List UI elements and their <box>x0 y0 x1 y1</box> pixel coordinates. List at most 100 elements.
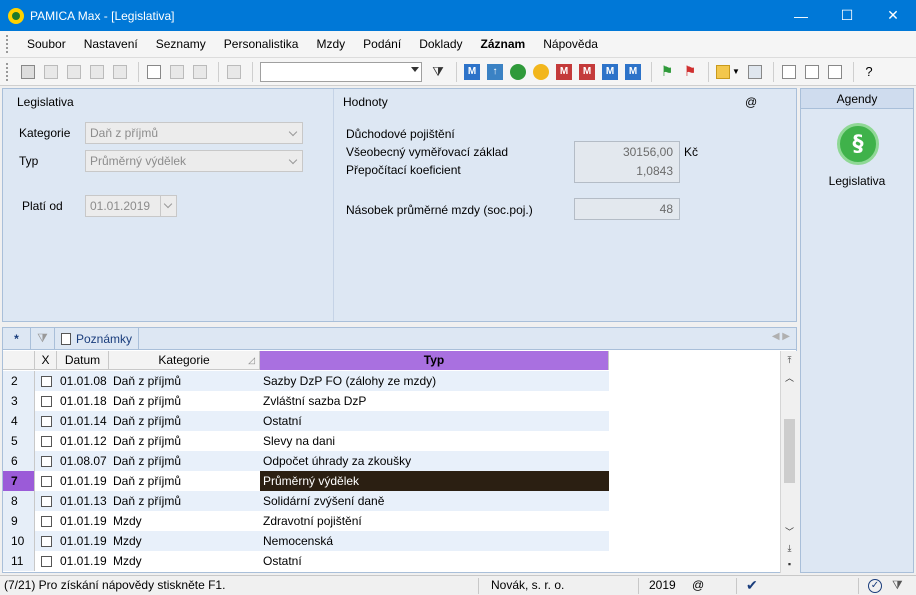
table-row[interactable]: 5 01.01.12 Daň z příjmů Slevy na dani <box>3 431 609 451</box>
legislativa-agenda-icon[interactable]: § <box>837 123 879 165</box>
header-datum[interactable]: Datum <box>57 351 109 370</box>
legislativa-agenda-label[interactable]: Legislativa <box>801 174 913 188</box>
header-typ[interactable]: Typ <box>260 351 609 370</box>
tabs-scroll-arrows[interactable]: ◀ ▶ <box>772 331 790 342</box>
calculator-icon[interactable] <box>745 62 765 82</box>
menu-doklady[interactable]: Doklady <box>410 31 471 58</box>
tab-notes[interactable]: Poznámky <box>55 327 140 350</box>
duplicate-icon[interactable] <box>224 62 244 82</box>
print-icon[interactable] <box>64 62 84 82</box>
new-record-icon[interactable] <box>144 62 164 82</box>
person-green-icon[interactable] <box>508 62 528 82</box>
person-up-icon[interactable]: ↑ <box>485 62 505 82</box>
save-icon[interactable] <box>167 62 187 82</box>
table-row[interactable]: 10 01.01.19 Mzdy Nemocenská <box>3 531 609 551</box>
status-filter-icon[interactable]: ⧩ <box>892 576 903 595</box>
grid-scrollbar[interactable]: ⤒ ︿ ﹀ ⤓ ▪ <box>780 351 797 573</box>
menu-napoveda[interactable]: Nápověda <box>534 31 607 58</box>
chevron-down-icon <box>288 127 298 137</box>
hodnoty-section-title: Hodnoty <box>343 95 388 109</box>
table-row[interactable]: 4 01.01.14 Daň z příjmů Ostatní <box>3 411 609 431</box>
pin-icon[interactable] <box>18 62 38 82</box>
person-yellow-icon[interactable] <box>531 62 551 82</box>
nasobek-label: Násobek průměrné mzdy (soc.poj.) <box>346 203 533 217</box>
window-title: PAMICA Max - [Legislativa] <box>30 8 175 23</box>
table-row[interactable]: 2 01.01.08 Daň z příjmů Sazby DzP FO (zá… <box>3 371 609 391</box>
chevron-down-icon[interactable] <box>411 66 419 72</box>
status-ok-icon[interactable]: ✓ <box>868 579 882 593</box>
row-checkbox[interactable] <box>40 395 52 407</box>
table-row[interactable]: 6 01.08.07 Daň z příjmů Odpočet úhrady z… <box>3 451 609 471</box>
folder-icon[interactable]: ▼ <box>714 62 742 82</box>
report-icon[interactable] <box>825 62 845 82</box>
status-company: Novák, s. r. o. <box>491 578 565 592</box>
scroll-up-icon[interactable]: ︿ <box>782 371 797 385</box>
filter-icon[interactable]: ⧩ <box>428 62 448 82</box>
menu-seznamy[interactable]: Seznamy <box>147 31 215 58</box>
quick-search-combo[interactable] <box>260 61 422 82</box>
module-m-red-icon[interactable]: M <box>554 62 574 82</box>
module-m-icon[interactable]: M <box>462 62 482 82</box>
menu-nastaveni[interactable]: Nastavení <box>75 31 147 58</box>
minimize-button[interactable]: — <box>778 0 824 31</box>
scroll-end-icon[interactable]: ▪ <box>782 557 797 571</box>
scroll-down-icon[interactable]: ﹀ <box>782 525 797 539</box>
flag-green-icon[interactable]: ⚑ <box>657 62 677 82</box>
menubar-grip <box>6 35 10 53</box>
row-checkbox[interactable] <box>40 455 52 467</box>
status-help-text: (7/21) Pro získání nápovědy stiskněte F1… <box>4 578 226 592</box>
row-checkbox[interactable] <box>40 435 52 447</box>
export-icon[interactable] <box>110 62 130 82</box>
calendar-dropdown-button[interactable] <box>160 196 176 216</box>
maximize-button[interactable]: ☐ <box>824 0 870 31</box>
module-m-mixed-icon[interactable]: M <box>623 62 643 82</box>
currency-label: Kč <box>684 145 699 159</box>
koeficient-value: 1,0843 <box>636 164 673 178</box>
list-icon[interactable] <box>802 62 822 82</box>
nasobek-value: 48 <box>574 198 680 220</box>
menu-zaznam[interactable]: Záznam <box>472 31 535 58</box>
filter-tab-icon[interactable]: ⧩ <box>31 327 55 350</box>
scroll-thumb[interactable] <box>784 419 795 483</box>
menu-podani[interactable]: Podání <box>354 31 410 58</box>
menu-personalistika[interactable]: Personalistika <box>215 31 308 58</box>
table-row[interactable]: 9 01.01.19 Mzdy Zdravotní pojištění <box>3 511 609 531</box>
menu-mzdy[interactable]: Mzdy <box>307 31 354 58</box>
row-checkbox[interactable] <box>40 375 52 387</box>
row-checkbox[interactable] <box>40 475 52 487</box>
plati-od-date[interactable]: 01.01.2019 <box>85 195 177 217</box>
header-x[interactable]: X <box>35 351 57 370</box>
row-checkbox[interactable] <box>40 495 52 507</box>
kategorie-combo[interactable]: Daň z příjmů <box>85 122 303 144</box>
save-close-icon[interactable] <box>190 62 210 82</box>
print-preview-icon[interactable] <box>87 62 107 82</box>
row-checkbox[interactable] <box>40 555 52 567</box>
at-icon[interactable]: @ <box>745 95 757 109</box>
tab-all-records[interactable]: * <box>3 327 31 350</box>
message-icon[interactable] <box>779 62 799 82</box>
module-m-blue-icon[interactable]: M <box>600 62 620 82</box>
status-check-pen-icon[interactable]: ✔ <box>746 576 758 595</box>
table-row[interactable]: 3 01.01.18 Daň z příjmů Zvláštní sazba D… <box>3 391 609 411</box>
row-checkbox[interactable] <box>40 415 52 427</box>
module-m-red2-icon[interactable]: M <box>577 62 597 82</box>
copy-icon[interactable] <box>41 62 61 82</box>
header-kategorie[interactable]: Kategorie ◿ <box>109 351 260 370</box>
app-logo-icon <box>8 7 24 24</box>
close-button[interactable]: ✕ <box>870 0 916 31</box>
menu-soubor[interactable]: Soubor <box>18 31 75 58</box>
typ-combo[interactable]: Průměrný výdělek <box>85 150 303 172</box>
row-checkbox[interactable] <box>40 535 52 547</box>
table-row-selected[interactable]: 7 01.01.19 Daň z příjmů Průměrný výdělek <box>3 471 609 491</box>
table-row[interactable]: 11 01.01.19 Mzdy Ostatní <box>3 551 609 571</box>
vymerovaci-zaklad-value: 30156,00 <box>622 145 673 159</box>
flag-red-icon[interactable]: ⚑ <box>680 62 700 82</box>
grid-rows: 2 01.01.08 Daň z příjmů Sazby DzP FO (zá… <box>3 371 609 571</box>
duchodove-values-box: 30156,00 1,0843 <box>574 141 680 183</box>
scroll-bottom-icon[interactable]: ⤓ <box>782 541 797 555</box>
toolbar-grip <box>6 62 10 81</box>
table-row[interactable]: 8 01.01.13 Daň z příjmů Solidární zvýšen… <box>3 491 609 511</box>
help-cursor-icon[interactable]: ? <box>859 62 879 82</box>
scroll-top-icon[interactable]: ⤒ <box>782 353 797 367</box>
row-checkbox[interactable] <box>40 515 52 527</box>
